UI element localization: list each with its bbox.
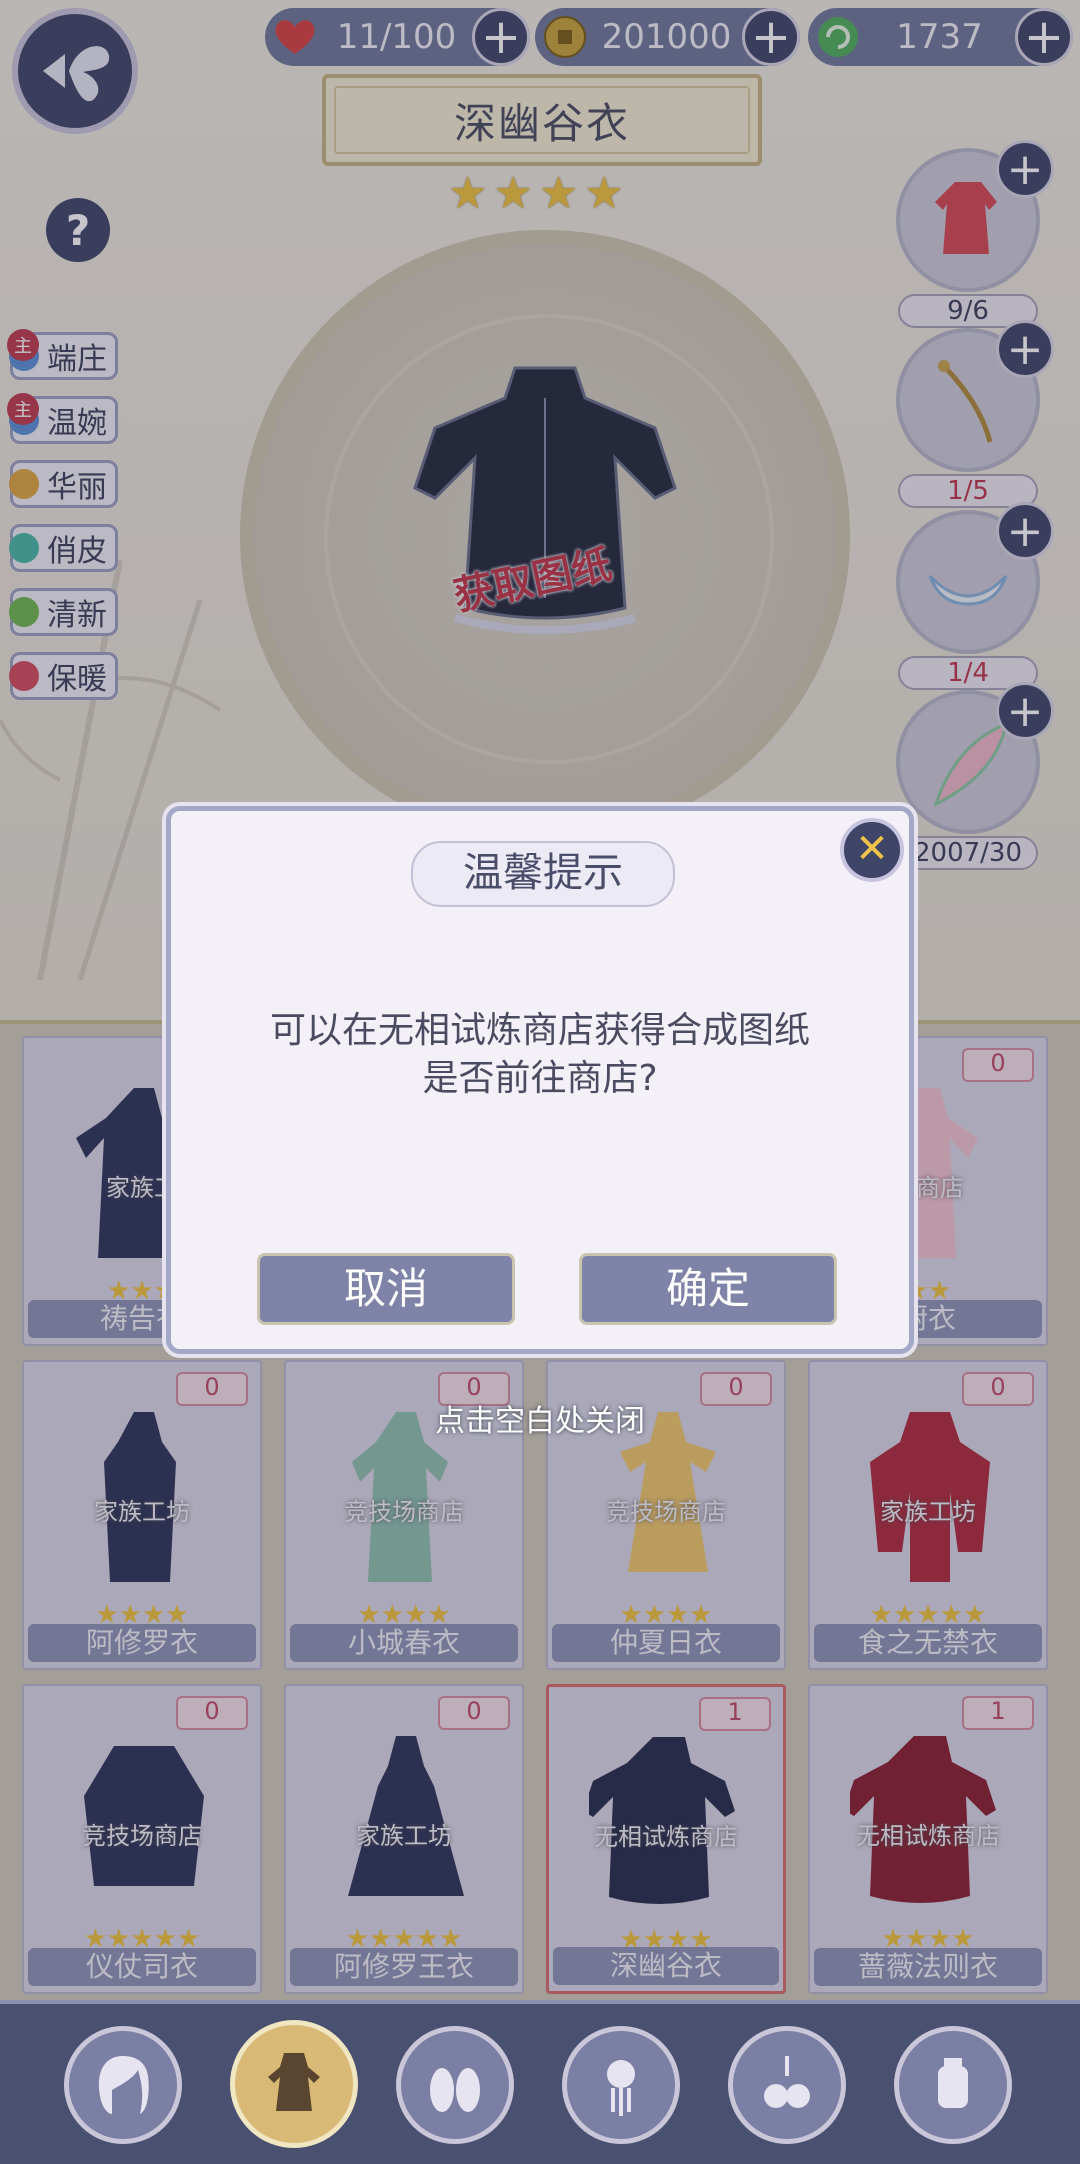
- lantern-icon: [938, 2058, 968, 2108]
- cancel-button[interactable]: 取消: [257, 1253, 515, 1325]
- close-icon[interactable]: ✕: [840, 818, 904, 882]
- hairstyle-icon: [98, 2056, 149, 2114]
- dress-icon: [268, 2053, 320, 2111]
- dialog-message-line2: 是否前往商店?: [422, 1058, 658, 1099]
- dialog-message-line1: 可以在无相试炼商店获得合成图纸: [269, 1010, 810, 1051]
- shoes-tab[interactable]: [396, 2026, 514, 2144]
- accessory-icon: [764, 2056, 810, 2108]
- tip-dialog: 温馨提示 可以在无相试炼商店获得合成图纸 是否前往商店? 取消 确定: [166, 806, 914, 1354]
- hair-ornament-tab[interactable]: [562, 2026, 680, 2144]
- shoes-icon: [430, 2068, 480, 2112]
- hairstyle-tab[interactable]: [64, 2026, 182, 2144]
- dialog-message: 可以在无相试炼商店获得合成图纸 是否前往商店?: [171, 1007, 909, 1103]
- close-hint: 点击空白处关闭: [435, 1404, 645, 1439]
- hair-ornament-icon: [607, 2060, 635, 2116]
- lantern-tab[interactable]: [894, 2026, 1012, 2144]
- dialog-title: 温馨提示: [411, 841, 675, 907]
- dress-tab[interactable]: [230, 2020, 358, 2148]
- confirm-button[interactable]: 确定: [579, 1253, 837, 1325]
- bottom-nav: [0, 2000, 1080, 2164]
- accessory-tab[interactable]: [728, 2026, 846, 2144]
